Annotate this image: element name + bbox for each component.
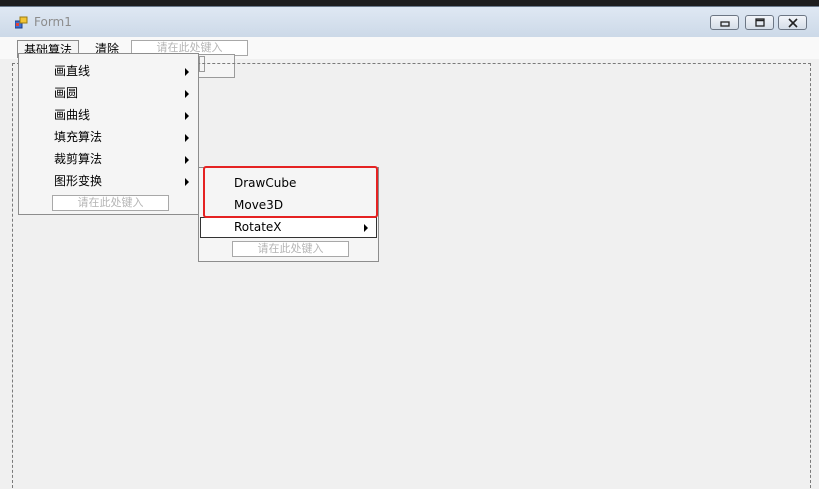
maximize-button[interactable] (745, 15, 774, 30)
menu-item-draw-curve[interactable]: 画曲线 (20, 104, 197, 126)
menu-item-label: 填充算法 (54, 130, 103, 144)
menu-item-label: 裁剪算法 (54, 152, 103, 166)
menu-item-label: 图形变换 (54, 174, 103, 188)
close-button[interactable] (778, 15, 807, 30)
menu-item-label: RotateX (234, 220, 282, 234)
maximize-icon (755, 18, 765, 27)
menu-item-label: 画曲线 (54, 108, 91, 122)
window-title: Form1 (34, 15, 72, 29)
menu-item-draw-circle[interactable]: 画圆 (20, 82, 197, 104)
menu-item-label: 画圆 (54, 86, 79, 100)
annotation-highlight-box (203, 166, 378, 218)
close-icon (788, 18, 798, 28)
submenu-arrow-icon (185, 156, 189, 164)
menu-item-clip-algorithm[interactable]: 裁剪算法 (20, 148, 197, 170)
title-bar[interactable]: Form1 (0, 7, 819, 37)
basic-algorithms-dropdown: 画直线 画圆 画曲线 填充算法 裁剪算法 图形变换 请在此处键入 (18, 53, 199, 215)
submenu-arrow-icon (364, 224, 368, 232)
main-window: Form1 基础算法 清除 请在此处键入 画直线 画圆 画曲线 填充算法 裁剪算… (0, 6, 819, 489)
submenu-arrow-icon (185, 134, 189, 142)
menu-item-rotatex[interactable]: RotateX (200, 217, 377, 238)
menu-item-label: 画直线 (54, 64, 91, 78)
submenu-arrow-icon (185, 68, 189, 76)
submenu-arrow-icon (185, 112, 189, 120)
submenu-arrow-icon (185, 178, 189, 186)
menu-item-draw-line[interactable]: 画直线 (20, 60, 197, 82)
menu-item-fill-algorithm[interactable]: 填充算法 (20, 126, 197, 148)
submenu-type-here[interactable]: 请在此处键入 (232, 241, 349, 257)
dropdown-type-here[interactable]: 请在此处键入 (52, 195, 169, 211)
submenu-arrow-icon (185, 90, 189, 98)
minimize-icon (720, 21, 730, 27)
winforms-app-icon (14, 16, 29, 30)
menu-item-transform[interactable]: 图形变换 (20, 170, 197, 192)
minimize-button[interactable] (710, 15, 739, 30)
